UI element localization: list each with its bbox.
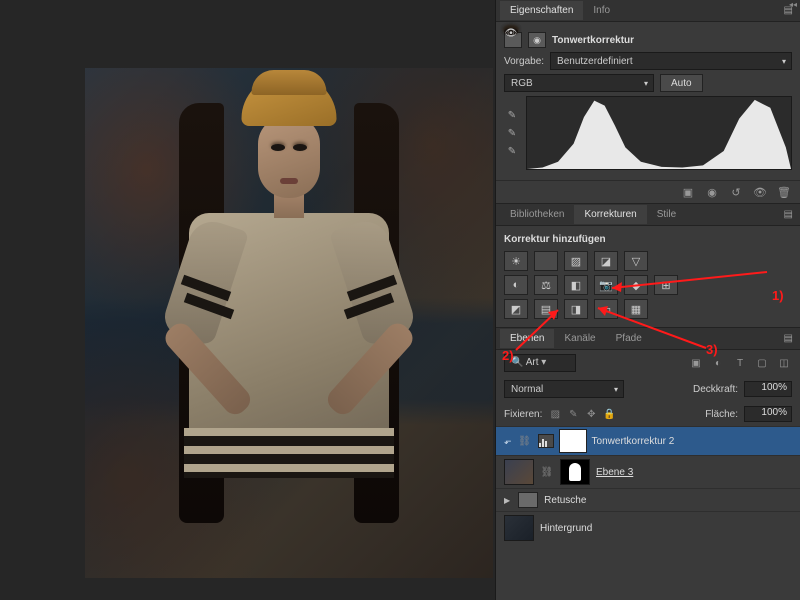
properties-footer: ▣ ◉ ↺ 👁 🗑 — [496, 180, 800, 203]
layer-thumb[interactable] — [504, 515, 534, 541]
layer-name[interactable]: Tonwertkorrektur 2 — [592, 436, 675, 447]
adj-exposure-icon[interactable]: ◪ — [594, 251, 618, 271]
layer-filter-select[interactable]: 🔍 Art ▾ — [504, 354, 576, 372]
layer-mask-thumb[interactable] — [560, 430, 586, 452]
adj-photofilter-icon[interactable]: 📷 — [594, 275, 618, 295]
filter-pixel-icon[interactable]: ▣ — [688, 356, 704, 370]
tab-info[interactable]: Info — [583, 1, 620, 20]
panel-menu-icon[interactable]: ▤ — [784, 333, 800, 344]
link-icon[interactable]: ⛓ — [518, 434, 532, 448]
corrections-panel: Korrektur hinzufügen ☀ ▨ ◪ ▽ ◐ ⚖ ◧ 📷 ◆ ⊞… — [496, 226, 800, 327]
adj-posterize-icon[interactable]: ▤ — [534, 299, 558, 319]
preset-label: Vorgabe: — [504, 56, 544, 67]
tab-bibliotheken[interactable]: Bibliotheken — [500, 205, 574, 224]
lock-all-icon[interactable]: 🔒 — [602, 407, 616, 421]
lock-pixels-icon[interactable]: ✎ — [566, 407, 580, 421]
layer-name[interactable]: Ebene 3 — [596, 467, 633, 478]
tab-ebenen[interactable]: Ebenen — [500, 329, 554, 348]
filter-adjust-icon[interactable]: ◐ — [710, 356, 726, 370]
eyedropper-gray-icon[interactable]: ✎ — [504, 126, 520, 140]
tab-stile[interactable]: Stile — [647, 205, 686, 224]
tab-pfade[interactable]: Pfade — [606, 329, 652, 348]
trash-icon[interactable]: 🗑 — [776, 185, 792, 199]
adj-bw-icon[interactable]: ◧ — [564, 275, 588, 295]
channel-select[interactable]: RGB — [504, 74, 654, 92]
layer-row-tonwertkorrektur[interactable]: 👁 ⬐ ⛓ Tonwertkorrektur 2 — [496, 426, 800, 455]
adj-gradientmap-icon[interactable]: ▭ — [594, 299, 618, 319]
tab-korrekturen[interactable]: Korrekturen — [574, 205, 646, 224]
document-canvas[interactable] — [85, 68, 493, 578]
clip-icon[interactable]: ▣ — [680, 185, 696, 199]
properties-panel: ◉ Tonwertkorrektur Vorgabe: Benutzerdefi… — [496, 22, 800, 180]
link-icon[interactable]: ⛓ — [540, 465, 554, 479]
adj-hue-icon[interactable]: ◐ — [504, 275, 528, 295]
filter-smart-icon[interactable]: ◫ — [776, 356, 792, 370]
preset-select[interactable]: Benutzerdefiniert — [550, 52, 792, 70]
layer-mask-thumb[interactable] — [560, 459, 590, 485]
folder-icon — [518, 492, 538, 508]
layers-lock-row: Fixieren: ▨ ✎ ✥ 🔒 Fläche: 100% — [496, 402, 800, 426]
reset-icon[interactable]: ↺ — [728, 185, 744, 199]
blend-mode-select[interactable]: Normal — [504, 380, 624, 398]
corrections-heading: Korrektur hinzufügen — [504, 232, 792, 249]
adj-threshold-icon[interactable]: ◨ — [564, 299, 588, 319]
lock-position-icon[interactable]: ✥ — [584, 407, 598, 421]
adj-channelmixer-icon[interactable]: ◆ — [624, 275, 648, 295]
layer-row-retusche[interactable]: 👁 ▶ Retusche — [496, 488, 800, 511]
adj-colorbalance-icon[interactable]: ⚖ — [534, 275, 558, 295]
tab-eigenschaften[interactable]: Eigenschaften — [500, 1, 583, 20]
right-panels: ◂◂ Eigenschaften Info ▤ ◉ Tonwertkorrekt… — [495, 0, 800, 600]
mask-icon[interactable]: ◉ — [528, 32, 546, 48]
layers-blend-row: Normal Deckkraft: 100% — [496, 376, 800, 402]
adj-vibrance-icon[interactable]: ▽ — [624, 251, 648, 271]
eyedropper-black-icon[interactable]: ✎ — [504, 108, 520, 122]
eyedropper-white-icon[interactable]: ✎ — [504, 144, 520, 158]
adj-colorlookup-icon[interactable]: ⊞ — [654, 275, 678, 295]
adj-levels-icon[interactable] — [534, 251, 558, 271]
visibility-icon[interactable]: 👁 — [752, 185, 768, 199]
view-previous-icon[interactable]: ◉ — [704, 185, 720, 199]
layers-filter-row: 🔍 Art ▾ ▣ ◐ T ▢ ◫ — [496, 350, 800, 376]
adj-curves-icon[interactable]: ▨ — [564, 251, 588, 271]
panel-menu-icon[interactable]: ▤ — [784, 209, 800, 220]
adj-brightness-icon[interactable]: ☀ — [504, 251, 528, 271]
adj-invert-icon[interactable]: ◩ — [504, 299, 528, 319]
opacity-label: Deckkraft: — [693, 384, 738, 395]
adjustment-thumb-icon — [538, 434, 554, 448]
collapse-icon[interactable]: ◂◂ — [786, 0, 800, 10]
layers-tabs: Ebenen Kanäle Pfade ▤ — [496, 328, 800, 350]
subject-figure — [119, 68, 459, 578]
layer-name[interactable]: Hintergrund — [540, 523, 592, 534]
auto-button[interactable]: Auto — [660, 74, 703, 92]
tab-kanaele[interactable]: Kanäle — [554, 329, 605, 348]
layer-name[interactable]: Retusche — [544, 495, 586, 506]
layer-row-ebene3[interactable]: 👁 ⛓ Ebene 3 — [496, 455, 800, 488]
adjustment-title: Tonwertkorrektur — [552, 35, 634, 46]
fill-input[interactable]: 100% — [744, 406, 792, 422]
corrections-tabs: Bibliotheken Korrekturen Stile ▤ — [496, 204, 800, 226]
layer-thumb[interactable] — [504, 459, 534, 485]
fill-label: Fläche: — [705, 409, 738, 420]
layer-row-hintergrund[interactable]: 👁 Hintergrund — [496, 511, 800, 544]
folder-toggle-icon[interactable]: ▶ — [504, 496, 510, 505]
lock-transparent-icon[interactable]: ▨ — [548, 407, 562, 421]
filter-shape-icon[interactable]: ▢ — [754, 356, 770, 370]
adj-selectivecolor-icon[interactable]: ▦ — [624, 299, 648, 319]
lock-label: Fixieren: — [504, 409, 542, 420]
opacity-input[interactable]: 100% — [744, 381, 792, 397]
visibility-toggle-icon[interactable]: 👁 — [504, 28, 518, 35]
filter-type-icon[interactable]: T — [732, 356, 748, 370]
histogram[interactable] — [526, 96, 792, 170]
properties-tabs: Eigenschaften Info ▤ — [496, 0, 800, 22]
